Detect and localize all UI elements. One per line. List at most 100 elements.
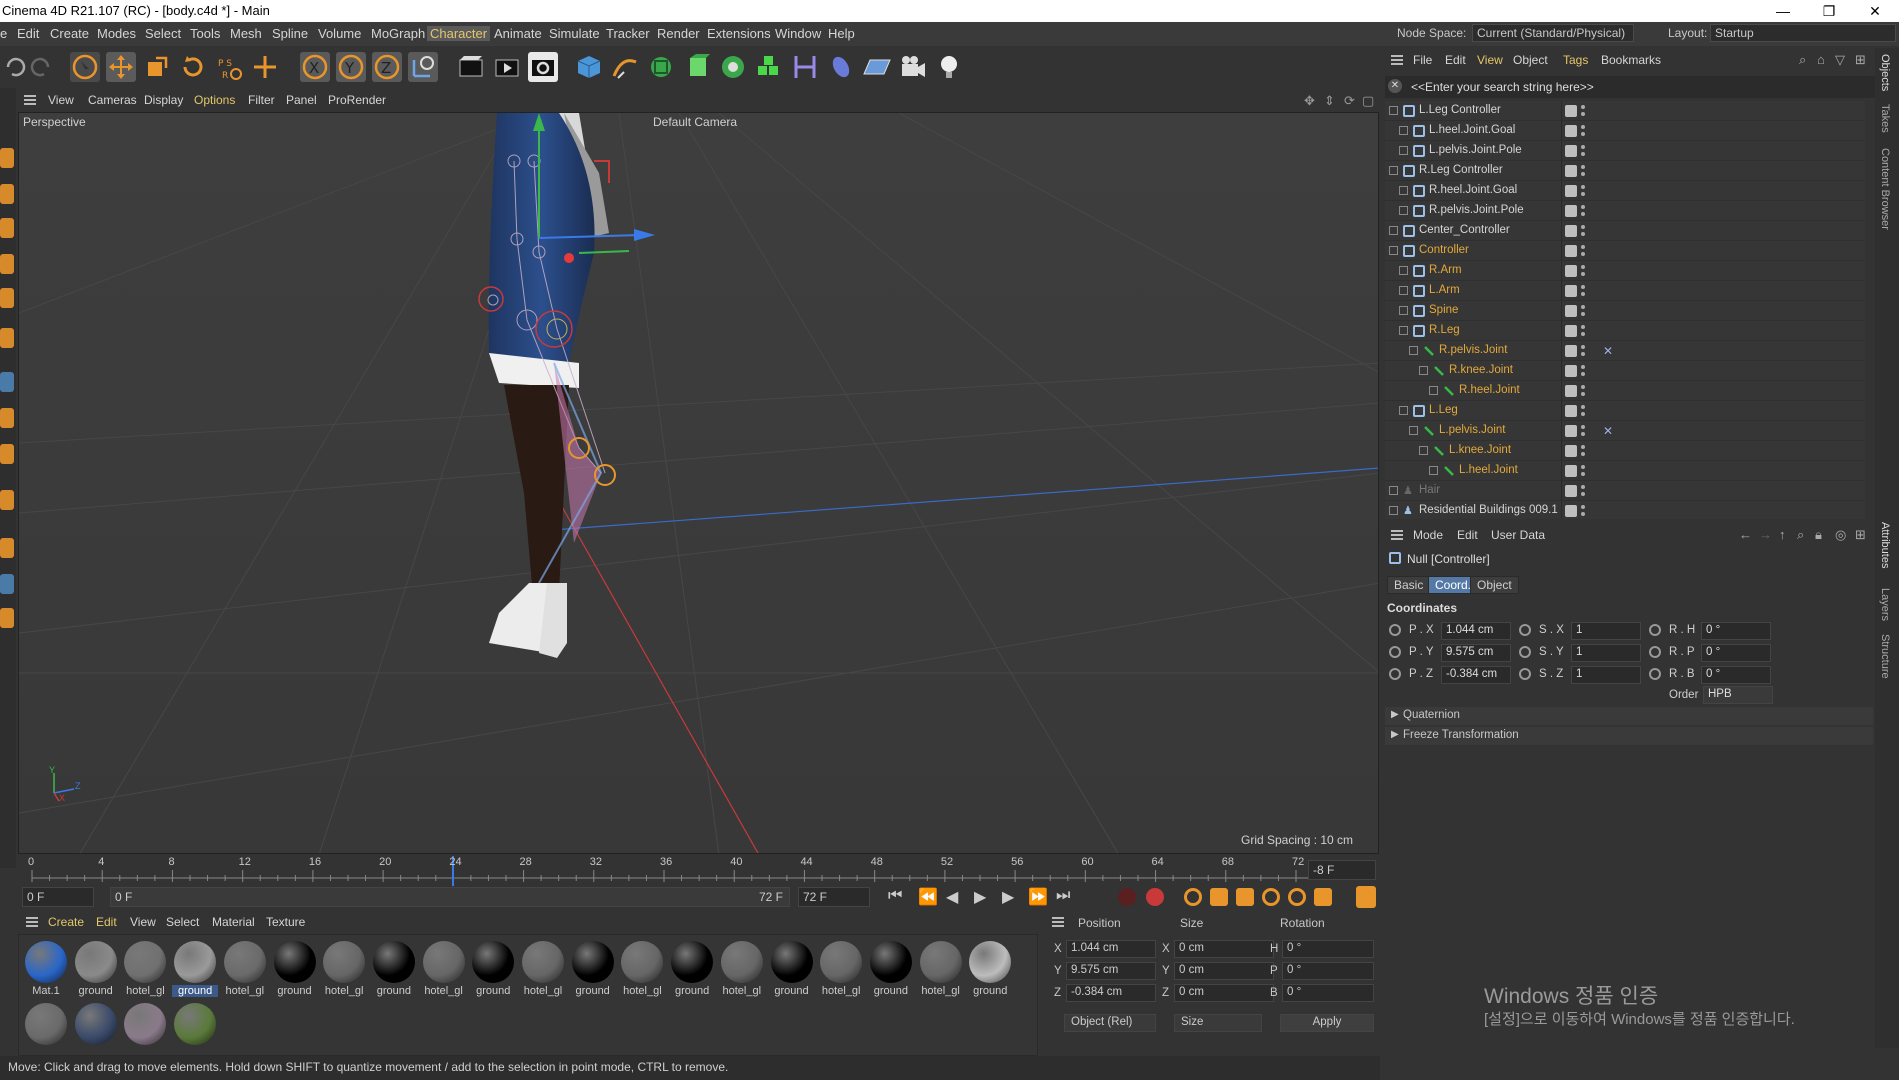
menu-extensions[interactable]: Extensions <box>707 26 771 41</box>
material-swatch[interactable]: ground <box>73 939 119 1001</box>
editable-toggle-icon[interactable] <box>1565 105 1577 117</box>
subdivision-icon[interactable] <box>646 52 676 82</box>
material-swatch[interactable]: hotel_gl <box>321 939 367 1001</box>
scale-tool-icon[interactable] <box>142 52 172 82</box>
material-swatch[interactable]: ground <box>570 939 616 1001</box>
attr-s-z-field[interactable]: 1 <box>1571 666 1641 684</box>
material-swatch[interactable]: ground <box>371 939 417 1001</box>
object-row[interactable]: R.Arm <box>1385 261 1865 281</box>
editor-visibility-dot[interactable] <box>1581 285 1585 289</box>
editor-visibility-dot[interactable] <box>1581 145 1585 149</box>
expand-toggle-icon[interactable] <box>1409 426 1418 435</box>
attr-forward-icon[interactable]: → <box>1759 527 1772 542</box>
expand-toggle-icon[interactable] <box>1389 226 1398 235</box>
expand-toggle-icon[interactable] <box>1429 466 1438 475</box>
keyframe-selection-icon[interactable] <box>1184 888 1202 906</box>
menu-simulate[interactable]: Simulate <box>549 26 600 41</box>
object-name[interactable]: L.Leg Controller <box>1419 104 1501 116</box>
axis-mode-icon[interactable] <box>0 328 14 348</box>
key-position-icon[interactable] <box>1210 888 1228 906</box>
expand-toggle-icon[interactable] <box>1389 506 1398 515</box>
render-visibility-dot[interactable] <box>1581 372 1585 376</box>
render-visibility-dot[interactable] <box>1581 192 1585 196</box>
material-swatch[interactable]: hotel_gl <box>421 939 467 1001</box>
expand-toggle-icon[interactable] <box>1399 406 1408 415</box>
key-rotation-icon[interactable] <box>1262 888 1280 906</box>
attr-p-z-anim-icon[interactable] <box>1389 668 1401 680</box>
close-button[interactable]: ✕ <box>1852 0 1898 22</box>
expand-toggle-icon[interactable] <box>1399 126 1408 135</box>
material-swatch[interactable]: hotel_gl <box>818 939 864 1001</box>
cube-icon[interactable] <box>574 52 604 82</box>
material-swatch[interactable] <box>172 1001 218 1063</box>
editor-visibility-dot[interactable] <box>1581 125 1585 129</box>
om-menu-bookmarks[interactable]: Bookmarks <box>1601 53 1661 67</box>
key-pla-icon[interactable] <box>1314 888 1332 906</box>
workplane-icon[interactable] <box>0 444 14 464</box>
object-row[interactable]: ♟ Residential Buildings 009.1 <box>1385 501 1865 519</box>
rotate-tool-icon[interactable] <box>178 52 208 82</box>
material-menu-texture[interactable]: Texture <box>266 915 305 929</box>
expand-toggle-icon[interactable] <box>1419 446 1428 455</box>
start-frame-field[interactable]: 0 F <box>22 887 94 907</box>
model-mode-icon[interactable] <box>0 148 14 168</box>
expand-toggle-icon[interactable] <box>1389 486 1398 495</box>
menu-edit[interactable]: Edit <box>17 26 39 41</box>
z-axis-lock-icon[interactable]: Z <box>372 52 402 82</box>
object-name[interactable]: L.heel.Joint <box>1459 464 1518 476</box>
layout-select[interactable]: Startup <box>1710 24 1896 42</box>
object-name[interactable]: Spine <box>1429 304 1458 316</box>
object-name[interactable]: Hair <box>1419 484 1440 496</box>
editable-toggle-icon[interactable] <box>1565 285 1577 297</box>
coord-hamburger-icon[interactable] <box>1052 917 1064 919</box>
material-hamburger-icon[interactable] <box>26 917 38 919</box>
coord-pos-x-field[interactable]: 1.044 cm <box>1066 940 1156 958</box>
move-tool-icon[interactable] <box>106 52 136 82</box>
attr-freeze-group[interactable]: ▶ Freeze Transformation <box>1385 727 1873 745</box>
edges-mode-icon[interactable] <box>0 254 14 274</box>
attr-s-x-field[interactable]: 1 <box>1571 622 1641 640</box>
editor-visibility-dot[interactable] <box>1581 205 1585 209</box>
viewport-menu-display[interactable]: Display <box>144 93 183 107</box>
render-view-icon[interactable] <box>492 52 522 82</box>
side-tab-takes[interactable]: Takes <box>1879 104 1891 133</box>
attr-p-x-anim-icon[interactable] <box>1389 624 1401 636</box>
timeline-settings-icon[interactable] <box>1356 886 1376 908</box>
attr-order-select[interactable]: HPB <box>1703 686 1773 704</box>
material-swatch[interactable]: hotel_gl <box>222 939 268 1001</box>
material-swatch[interactable]: Mat.1 <box>23 939 69 1001</box>
tweak-mode-icon[interactable] <box>0 372 14 392</box>
material-swatch[interactable]: hotel_gl <box>719 939 765 1001</box>
locked-workplane-icon[interactable] <box>0 490 14 510</box>
expand-toggle-icon[interactable] <box>1399 186 1408 195</box>
coord-rot-p-field[interactable]: 0 ° <box>1282 962 1374 980</box>
render-visibility-dot[interactable] <box>1581 312 1585 316</box>
solo-hierarchy-icon[interactable] <box>0 608 14 628</box>
side-tab-attributes[interactable]: Attributes <box>1879 522 1891 568</box>
light-icon[interactable] <box>934 52 964 82</box>
viewport-hamburger-icon[interactable] <box>24 95 36 97</box>
attr-s-z-anim-icon[interactable] <box>1519 668 1531 680</box>
object-name[interactable]: R.Leg <box>1429 324 1460 336</box>
render-visibility-dot[interactable] <box>1581 212 1585 216</box>
coord-size-z-field[interactable]: 0 cm <box>1174 984 1274 1002</box>
render-visibility-dot[interactable] <box>1581 232 1585 236</box>
attr-back-icon[interactable]: ← <box>1739 527 1752 542</box>
editor-visibility-dot[interactable] <box>1581 505 1585 509</box>
attr-r-h-field[interactable]: 0 ° <box>1701 622 1771 640</box>
editor-visibility-dot[interactable] <box>1581 365 1585 369</box>
solo-icon[interactable] <box>0 574 14 594</box>
ik-tag-icon[interactable]: ✕ <box>1603 424 1613 438</box>
object-row[interactable]: L.pelvis.Joint ✕ <box>1385 421 1865 441</box>
object-row[interactable]: R.pelvis.Joint.Pole <box>1385 201 1865 221</box>
coord-size-x-field[interactable]: 0 cm <box>1174 940 1274 958</box>
attr-target-icon[interactable]: ◎ <box>1835 527 1846 543</box>
object-name[interactable]: Residential Buildings 009.1 <box>1419 504 1558 516</box>
last-tool-icon[interactable] <box>250 52 280 82</box>
om-search-icon[interactable]: ⌕ <box>1799 52 1806 68</box>
menu-mesh[interactable]: Mesh <box>230 26 262 41</box>
attr-search-icon[interactable]: ⌕ <box>1797 527 1804 543</box>
om-filter-icon[interactable]: ▽ <box>1835 52 1845 68</box>
go-to-end-icon[interactable]: ⏭ <box>1056 887 1070 905</box>
attr-menu-user-data[interactable]: User Data <box>1491 528 1545 542</box>
